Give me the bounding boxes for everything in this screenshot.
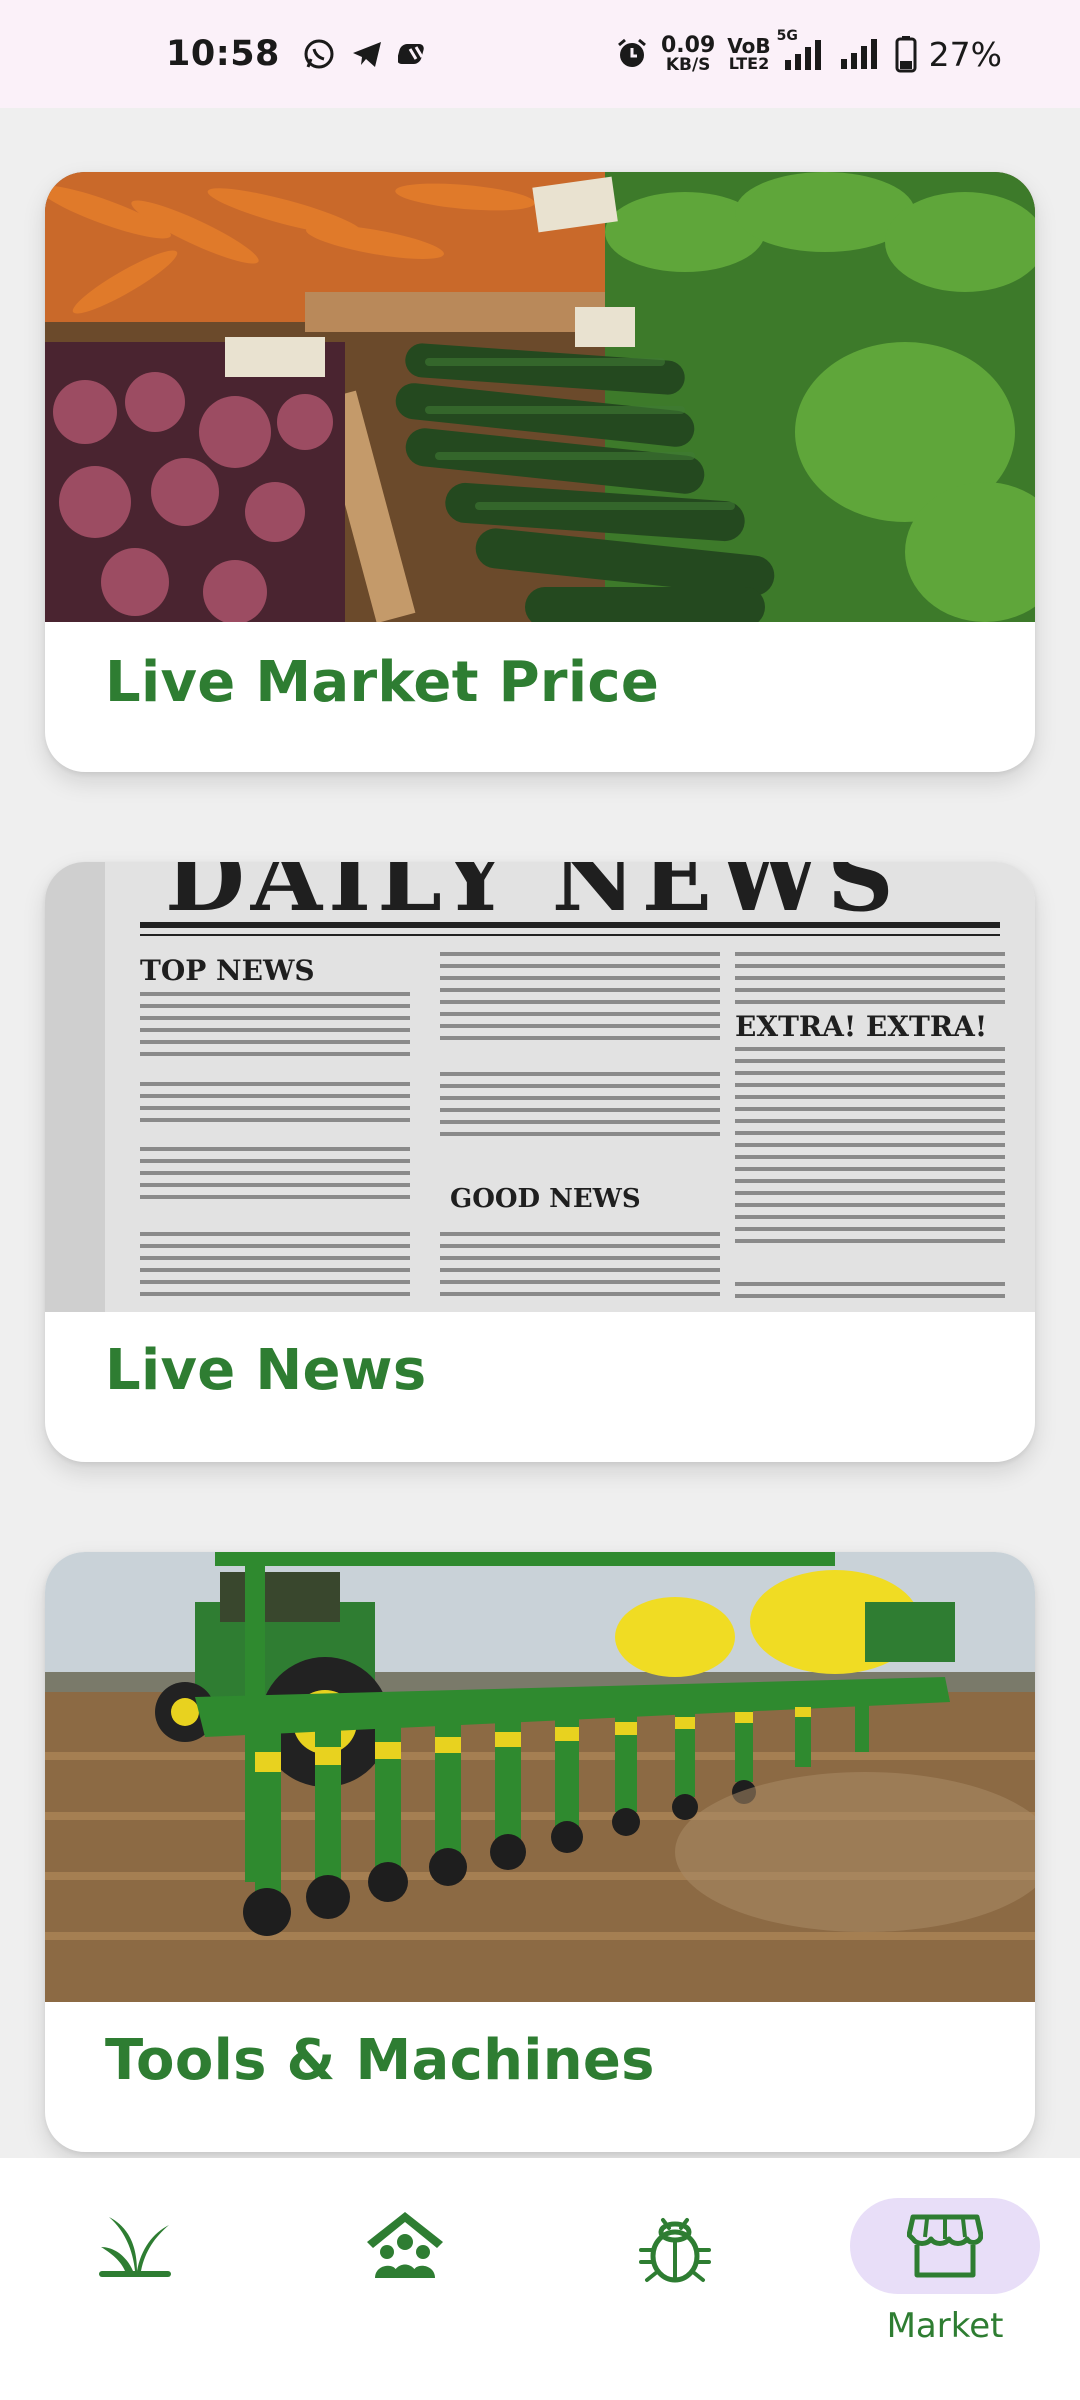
newspaper-top-news: TOP NEWS bbox=[140, 954, 315, 987]
net-speed: 0.09 KB/S bbox=[660, 32, 716, 75]
nav-icon-container bbox=[850, 2198, 1040, 2294]
volte-indicator: VoB LTE2 bbox=[727, 36, 770, 72]
newspaper-image: DAILY NEWS TOP NEWS GOOD NEWS EXTRA! EXT… bbox=[45, 862, 1035, 1312]
vegetables-illustration bbox=[45, 172, 1035, 622]
network-type: 5G bbox=[776, 28, 798, 44]
system-icons: 0.09 KB/S VoB LTE2 5G 27% bbox=[615, 0, 1002, 108]
tools-machines-card[interactable]: Tools & Machines bbox=[45, 1552, 1035, 2152]
vegetables-image bbox=[45, 172, 1035, 622]
nav-label-market: Market bbox=[886, 2306, 1004, 2346]
newspaper-good-news: GOOD NEWS bbox=[450, 1184, 641, 1214]
notification-icons bbox=[302, 37, 432, 71]
volte-bottom: LTE2 bbox=[728, 54, 770, 73]
app-icon bbox=[397, 44, 424, 64]
newspaper-masthead: DAILY NEWS bbox=[165, 862, 900, 932]
volte-top: VoB bbox=[727, 34, 771, 58]
nav-icon-container bbox=[580, 2198, 770, 2294]
crop-sprout-icon bbox=[99, 2217, 171, 2277]
net-speed-value: 0.09 bbox=[660, 32, 716, 58]
tractor-image bbox=[45, 1552, 1035, 2002]
battery-percent: 27% bbox=[928, 34, 1002, 74]
tractor-illustration bbox=[45, 1552, 1035, 2002]
newspaper-extra: EXTRA! EXTRA! bbox=[735, 1010, 988, 1043]
net-speed-unit: KB/S bbox=[665, 54, 711, 75]
battery-icon bbox=[895, 36, 917, 73]
telegram-icon bbox=[352, 42, 381, 67]
card-title: Live News bbox=[105, 1338, 427, 1403]
status-bar: 10:58 0.09 KB/S VoB LTE2 5G 27% bbox=[0, 0, 1080, 108]
whatsapp-icon bbox=[304, 39, 334, 69]
live-news-card[interactable]: DAILY NEWS TOP NEWS GOOD NEWS EXTRA! EXT… bbox=[45, 862, 1035, 1462]
nav-icon-container bbox=[310, 2198, 500, 2294]
nav-icon-container bbox=[40, 2198, 230, 2294]
signal-5g: 5G bbox=[777, 28, 827, 72]
nav-item-crops[interactable] bbox=[35, 2198, 235, 2358]
status-time: 10:58 bbox=[166, 34, 280, 74]
card-title: Live Market Price bbox=[105, 650, 660, 715]
nav-item-pests[interactable] bbox=[575, 2198, 775, 2358]
market-store-icon bbox=[907, 2214, 983, 2278]
pest-bug-icon bbox=[639, 2218, 711, 2283]
bottom-navigation: Market bbox=[0, 2158, 1080, 2400]
nav-item-market[interactable]: Market bbox=[845, 2198, 1045, 2358]
signal-icon bbox=[840, 39, 877, 69]
card-title: Tools & Machines bbox=[105, 2028, 655, 2093]
community-home-icon bbox=[367, 2212, 443, 2278]
alarm-icon bbox=[618, 38, 646, 67]
live-market-price-card[interactable]: Live Market Price bbox=[45, 172, 1035, 772]
nav-item-community[interactable] bbox=[305, 2198, 505, 2358]
